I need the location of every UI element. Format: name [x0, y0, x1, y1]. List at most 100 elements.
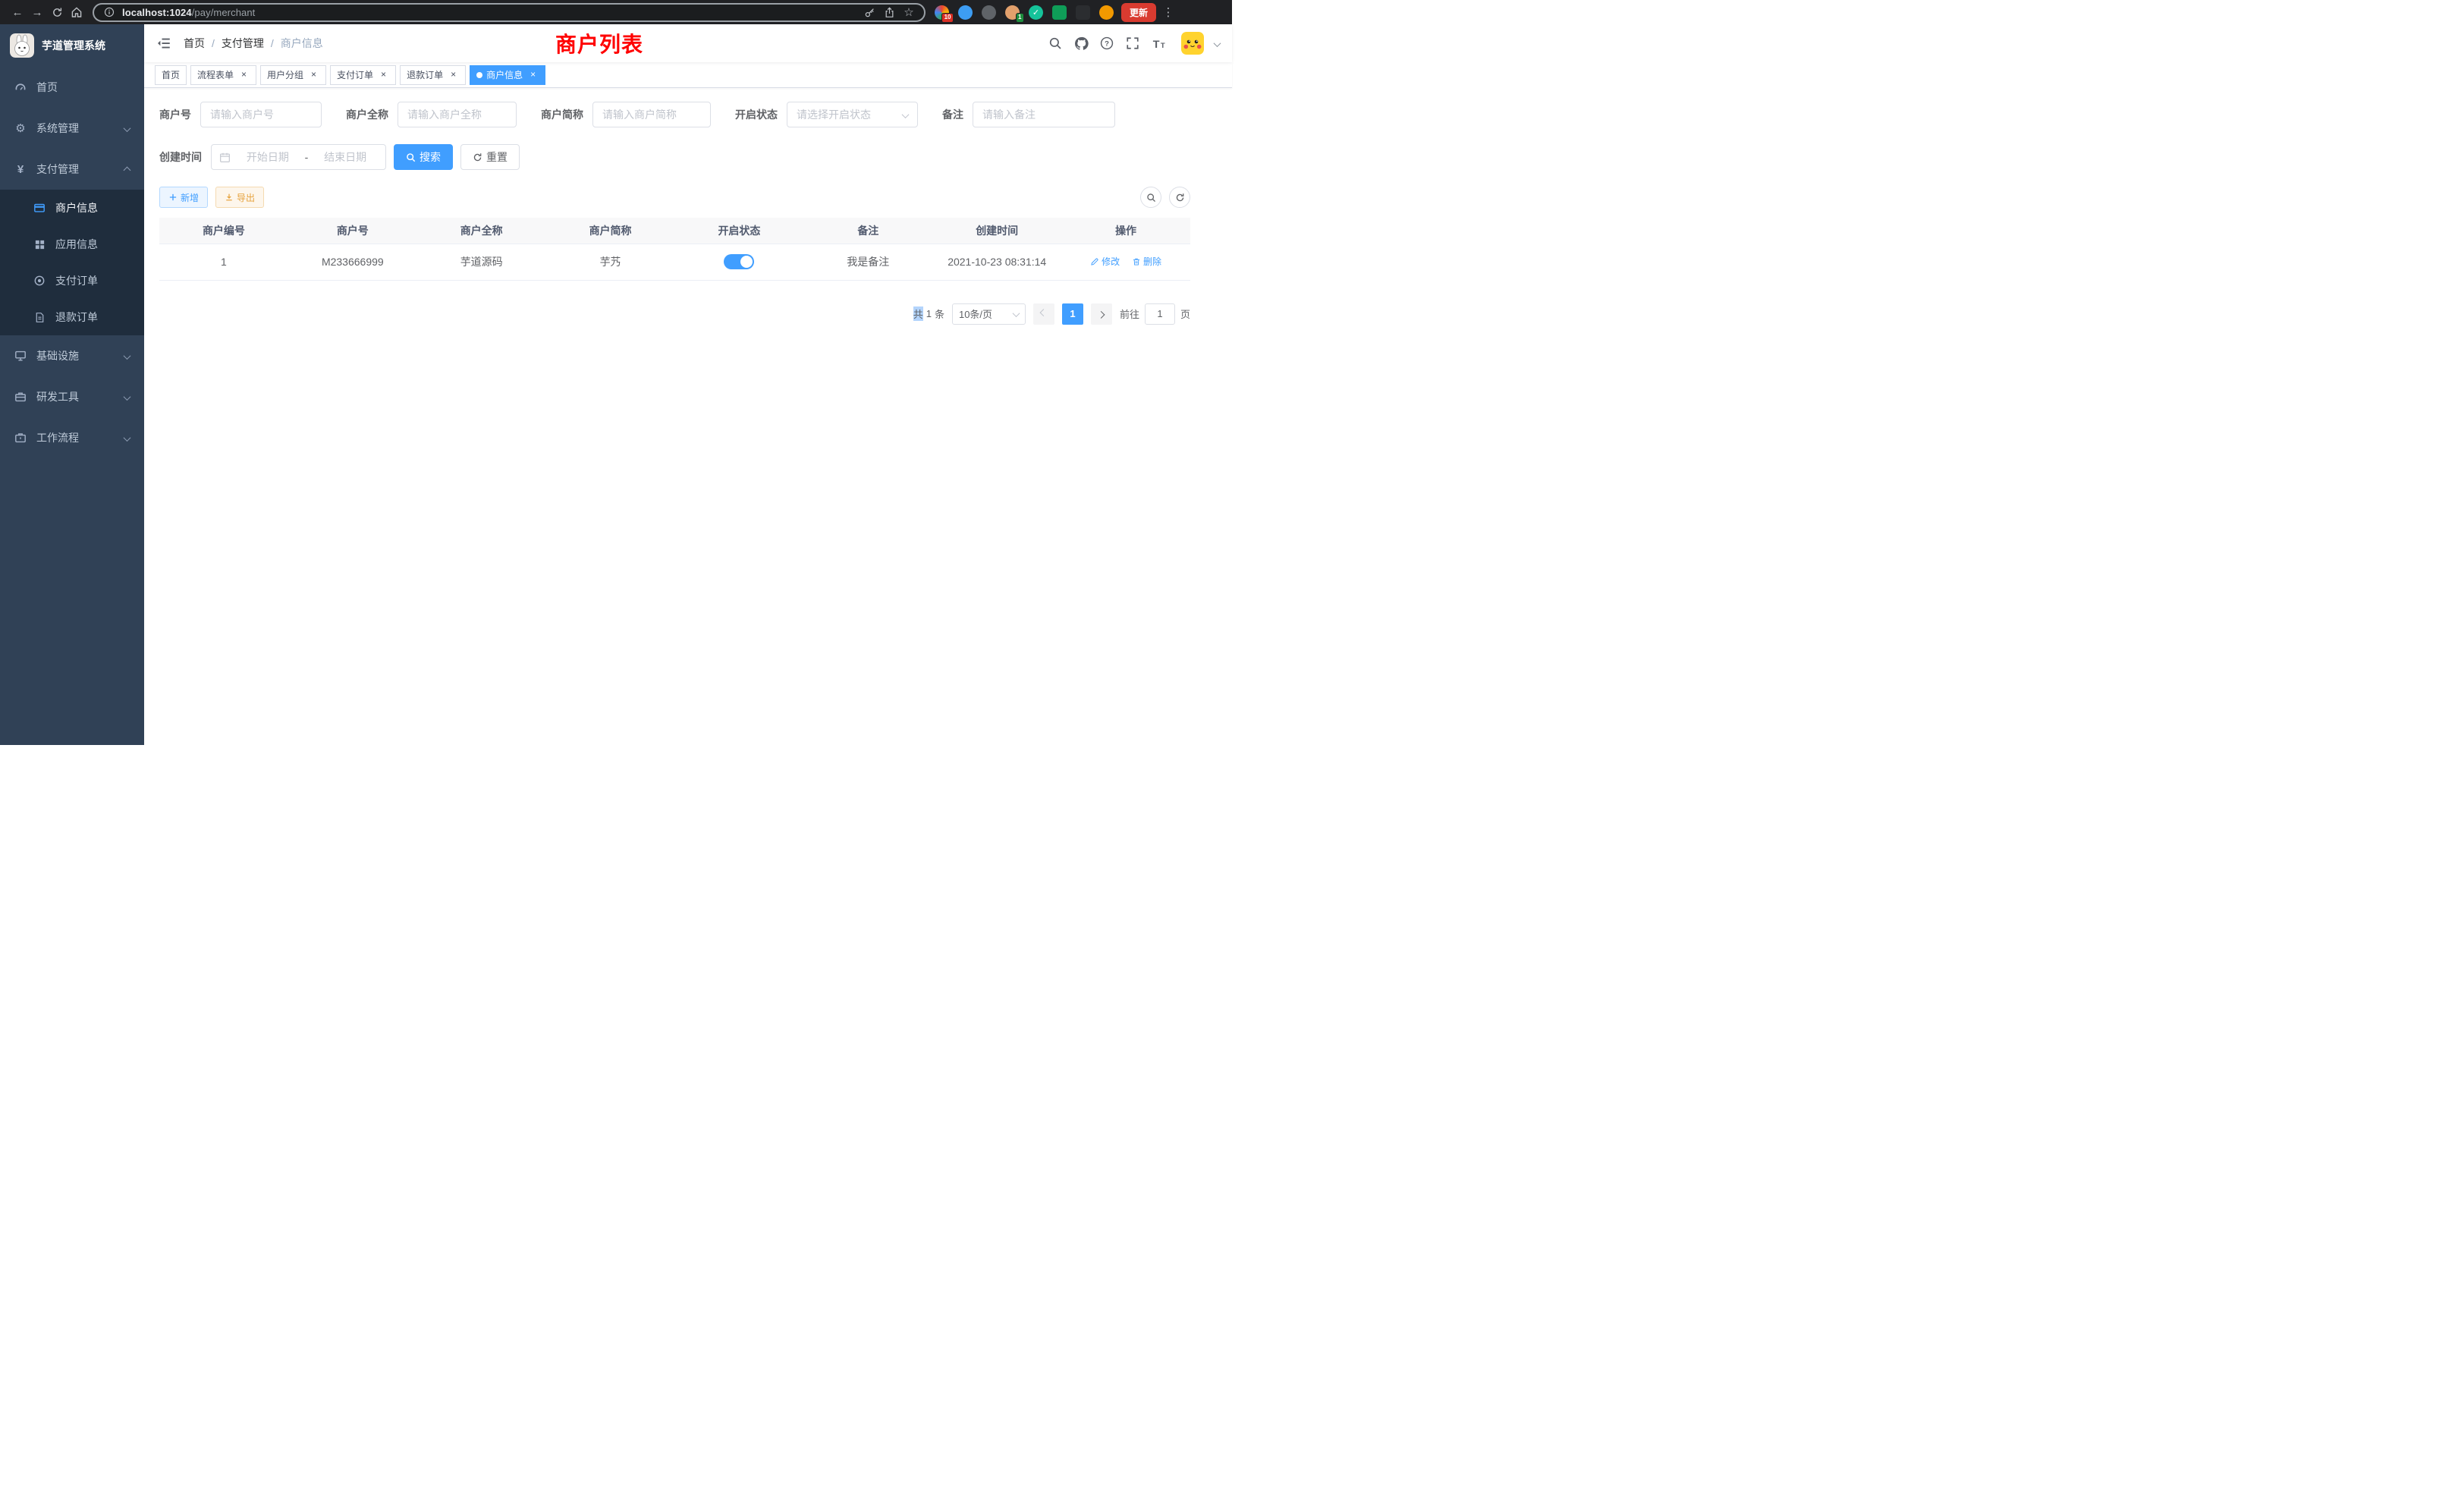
- sidebar-item-home[interactable]: 首页: [0, 67, 144, 108]
- app-logo-row[interactable]: 芋道管理系统: [0, 24, 144, 67]
- extension-doc-icon[interactable]: [1052, 5, 1067, 20]
- close-icon[interactable]: ×: [448, 69, 459, 80]
- help-button[interactable]: ?: [1099, 36, 1114, 51]
- filter-create-time: 创建时间 开始日期 - 结束日期: [159, 144, 386, 170]
- calendar-icon: [219, 152, 231, 163]
- sidebar-item-merchant-info[interactable]: 商户信息: [0, 190, 144, 226]
- filter-label: 商户号: [159, 107, 191, 122]
- remark-input[interactable]: [973, 102, 1115, 127]
- tag-user-group[interactable]: 用户分组×: [260, 65, 326, 85]
- sidebar-item-payment[interactable]: ¥ 支付管理: [0, 149, 144, 190]
- edit-link-label: 修改: [1102, 255, 1120, 268]
- sidebar-item-label: 支付订单: [55, 273, 98, 288]
- breadcrumb-payment[interactable]: 支付管理: [222, 36, 264, 51]
- header-search-button[interactable]: [1048, 36, 1063, 51]
- merchant-no-input[interactable]: [200, 102, 322, 127]
- breadcrumb-separator: /: [271, 37, 274, 49]
- password-manager-button[interactable]: [863, 5, 876, 19]
- page-size-value: 10条/页: [959, 306, 992, 321]
- create-time-range-picker[interactable]: 开始日期 - 结束日期: [211, 144, 386, 170]
- sidebar-item-system[interactable]: ⚙ 系统管理: [0, 108, 144, 149]
- fullscreen-button[interactable]: [1125, 36, 1140, 51]
- extension-raindrop-icon[interactable]: [958, 5, 973, 20]
- page-number-current[interactable]: 1: [1062, 303, 1083, 325]
- close-icon[interactable]: ×: [308, 69, 319, 80]
- date-start-placeholder: 开始日期: [235, 149, 300, 165]
- breadcrumb-home[interactable]: 首页: [184, 36, 205, 51]
- pagination: 共 1 条 10条/页 1 前往 页: [159, 303, 1190, 325]
- user-avatar[interactable]: [1181, 32, 1204, 55]
- sidebar-item-app-info[interactable]: 应用信息: [0, 226, 144, 262]
- goto-page-input[interactable]: [1145, 303, 1175, 325]
- search-button[interactable]: 搜索: [394, 144, 453, 170]
- top-navbar: 首页 / 支付管理 / 商户信息 商户列表 ?: [144, 24, 1232, 62]
- tag-refund-order[interactable]: 退款订单×: [400, 65, 466, 85]
- delete-link-label: 删除: [1143, 255, 1161, 268]
- sidebar-item-workflow[interactable]: 工作流程: [0, 417, 144, 458]
- status-select[interactable]: 请选择开启状态: [787, 102, 918, 127]
- extension-dark-circle-icon[interactable]: [982, 5, 996, 20]
- sidebar-item-label: 工作流程: [36, 430, 79, 445]
- refresh-table-button[interactable]: [1169, 187, 1190, 208]
- extension-tampermonkey-icon[interactable]: [1076, 5, 1090, 20]
- browser-back-button[interactable]: ←: [8, 2, 27, 22]
- sidebar-item-pay-order[interactable]: 支付订单: [0, 262, 144, 299]
- extension-check-icon[interactable]: ✓: [1029, 5, 1043, 20]
- github-link-button[interactable]: [1073, 36, 1089, 51]
- share-button[interactable]: [882, 5, 896, 19]
- reset-button[interactable]: 重置: [460, 144, 520, 170]
- browser-reload-button[interactable]: [47, 2, 67, 22]
- extension-colorwheel-icon[interactable]: 10: [935, 5, 949, 20]
- tag-home[interactable]: 首页: [155, 65, 187, 85]
- table-toolbar: 新增 导出: [159, 187, 1190, 208]
- bookmark-button[interactable]: ☆: [902, 5, 916, 19]
- delete-link[interactable]: 删除: [1132, 255, 1161, 268]
- close-icon[interactable]: ×: [238, 69, 250, 80]
- breadcrumb-separator: /: [212, 37, 215, 49]
- browser-forward-button[interactable]: →: [27, 2, 47, 22]
- app: 芋道管理系统 首页 ⚙ 系统管理 ¥ 支付管理: [0, 24, 1232, 745]
- close-icon[interactable]: ×: [527, 69, 539, 80]
- avatar-dropdown-caret[interactable]: [1215, 37, 1220, 49]
- add-button[interactable]: 新增: [159, 187, 208, 208]
- date-end-placeholder: 结束日期: [313, 149, 378, 165]
- chrome-update-button[interactable]: 更新: [1121, 3, 1156, 22]
- prev-page-button[interactable]: [1033, 303, 1054, 325]
- extension-smiley-icon[interactable]: [1099, 5, 1114, 20]
- sidebar-item-devtools[interactable]: 研发工具: [0, 376, 144, 417]
- full-name-input[interactable]: [398, 102, 517, 127]
- font-size-button[interactable]: TT: [1151, 36, 1166, 51]
- svg-text:T: T: [1160, 41, 1164, 49]
- status-toggle[interactable]: [724, 254, 754, 269]
- browser-menu-button[interactable]: ⋮: [1161, 5, 1176, 19]
- tag-merchant-info[interactable]: 商户信息×: [470, 65, 545, 85]
- col-short-name: 商户简称: [546, 218, 675, 244]
- question-icon: ?: [1100, 36, 1114, 50]
- sidebar-item-infra[interactable]: 基础设施: [0, 335, 144, 376]
- share-icon: [884, 7, 895, 18]
- export-button-label: 导出: [237, 191, 255, 204]
- show-search-button[interactable]: [1140, 187, 1161, 208]
- sidebar-toggle-button[interactable]: [156, 36, 171, 51]
- address-bar[interactable]: localhost:1024/pay/merchant ☆: [93, 3, 926, 22]
- export-button[interactable]: 导出: [215, 187, 264, 208]
- sidebar-item-label: 支付管理: [36, 162, 79, 177]
- page-size-select[interactable]: 10条/页: [952, 303, 1026, 325]
- cell-create-time: 2021-10-23 08:31:14: [932, 244, 1061, 280]
- site-info-button[interactable]: [102, 5, 116, 19]
- chevron-down-icon: [124, 122, 130, 134]
- url-path: /pay/merchant: [192, 7, 256, 18]
- next-page-button[interactable]: [1091, 303, 1112, 325]
- key-icon: [864, 7, 875, 18]
- tag-pay-order[interactable]: 支付订单×: [330, 65, 396, 85]
- sidebar-item-refund-order[interactable]: 退款订单: [0, 299, 144, 335]
- extension-avatar-icon[interactable]: 1: [1005, 5, 1020, 20]
- close-icon[interactable]: ×: [378, 69, 389, 80]
- tag-process-form[interactable]: 流程表单 ×: [190, 65, 256, 85]
- tag-label: 流程表单: [197, 68, 234, 81]
- url-text[interactable]: localhost:1024/pay/merchant: [122, 7, 856, 18]
- col-merchant-id: 商户编号: [159, 218, 288, 244]
- edit-link[interactable]: 修改: [1090, 255, 1120, 268]
- browser-home-button[interactable]: [67, 2, 86, 22]
- short-name-input[interactable]: [592, 102, 711, 127]
